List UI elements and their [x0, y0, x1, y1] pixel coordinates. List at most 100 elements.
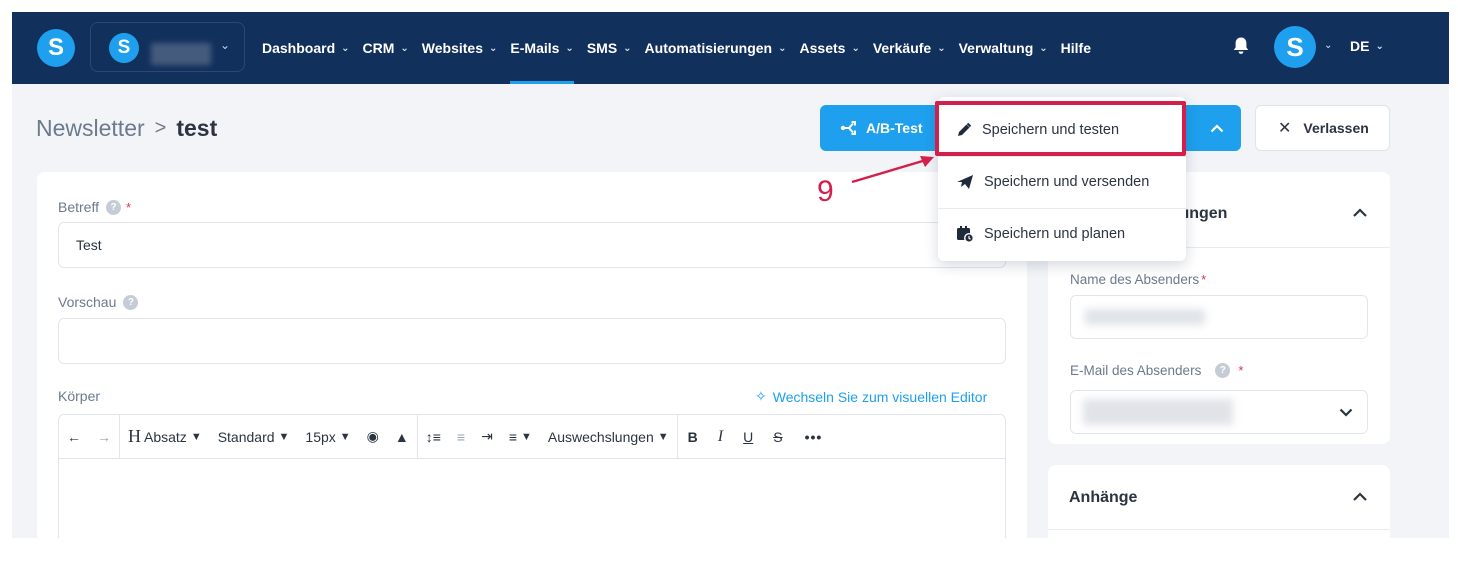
- more-icon: •••: [804, 428, 823, 445]
- ab-test-label: A/B-Test: [866, 120, 923, 136]
- subject-input[interactable]: Test: [58, 222, 1006, 268]
- split-branch-icon: [840, 121, 856, 135]
- nav-item-label: CRM: [362, 40, 395, 56]
- required-marker: *: [126, 199, 132, 215]
- chevron-down-icon: ⌄: [219, 38, 230, 52]
- app-frame: S S ⌄ Dashboard ⌄ CRM ⌄ Websites ⌄ E-Mails ⌄…: [12, 12, 1449, 538]
- bell-icon[interactable]: [1232, 36, 1250, 56]
- chevron-down-icon: ▼: [521, 430, 532, 443]
- indent-button[interactable]: ⇥: [473, 415, 501, 459]
- replacements-select[interactable]: Auswechslungen ▼: [540, 415, 677, 459]
- italic-button[interactable]: I: [708, 415, 733, 459]
- help-icon[interactable]: ?: [123, 294, 139, 310]
- highlight-color-button[interactable]: ▲: [387, 415, 417, 459]
- sender-name-label-text: Name des Absenders: [1070, 272, 1200, 287]
- nav-item-automations[interactable]: Automatisierungen ⌄: [645, 12, 787, 84]
- leave-label: Verlassen: [1303, 120, 1369, 136]
- nav-item-admin[interactable]: Verwaltung ⌄: [959, 12, 1048, 84]
- chevron-up-icon[interactable]: [1352, 492, 1368, 502]
- menu-item-label: Speichern und testen: [982, 122, 1120, 138]
- underline-button[interactable]: U: [733, 415, 763, 459]
- redo-button[interactable]: →: [89, 415, 119, 459]
- chevron-down-icon: ▼: [339, 430, 351, 443]
- help-icon[interactable]: ?: [106, 199, 121, 215]
- top-navigation: S S ⌄ Dashboard ⌄ CRM ⌄ Websites ⌄ E-Mails ⌄…: [12, 12, 1449, 84]
- sender-name-input[interactable]: [1070, 295, 1368, 339]
- chevron-down-icon: ⌄: [623, 42, 632, 54]
- undo-button[interactable]: ←: [59, 415, 89, 459]
- menu-item-save-and-send[interactable]: Speichern und versenden: [938, 157, 1186, 207]
- user-avatar[interactable]: S: [1274, 26, 1316, 68]
- language-switcher[interactable]: DE ⌄: [1350, 38, 1384, 54]
- nav-item-sales[interactable]: Verkäufe ⌄: [873, 12, 946, 84]
- chevron-down-icon[interactable]: ⌄: [1324, 40, 1332, 51]
- outdent-button[interactable]: ≡: [449, 415, 473, 459]
- menu-item-save-and-schedule[interactable]: Speichern und planen: [938, 209, 1186, 259]
- editor-toolbar: ← → H Absatz ▼ Standard ▼ 15px ▼ ◉ ▲ ↕≡ ≡ ⇥ …: [59, 414, 1005, 459]
- chevron-up-icon[interactable]: [1352, 208, 1368, 218]
- help-icon[interactable]: ?: [1215, 363, 1231, 378]
- body-label-text: Körper: [58, 388, 101, 404]
- size-select[interactable]: 15px ▼: [297, 415, 358, 459]
- nav-item-label: Verwaltung: [958, 40, 1034, 56]
- preview-input[interactable]: [58, 318, 1006, 364]
- ab-test-button[interactable]: A/B-Test: [820, 105, 942, 151]
- font-select[interactable]: Standard ▼: [210, 415, 298, 459]
- replacements-select-value: Auswechslungen: [547, 428, 654, 445]
- sender-email-label: E-Mail des Absenders ? *: [1070, 363, 1243, 378]
- nav-item-label: Assets: [799, 40, 846, 56]
- sender-email-label-text: E-Mail des Absenders: [1070, 363, 1202, 378]
- app-logo[interactable]: S: [37, 29, 75, 67]
- sender-email-redacted: [1083, 399, 1233, 425]
- save-menu-toggle[interactable]: [1192, 105, 1241, 151]
- nav-item-crm[interactable]: CRM ⌄: [363, 12, 409, 84]
- nav-item-assets[interactable]: Assets ⌄: [800, 12, 860, 84]
- align-select[interactable]: ≡ ▼: [501, 415, 540, 459]
- account-switcher[interactable]: S ⌄: [90, 22, 245, 72]
- text-color-button[interactable]: ◉: [359, 415, 387, 459]
- chevron-down-icon: ⌄: [778, 42, 787, 54]
- outdent-icon: ≡: [456, 428, 466, 445]
- bold-icon: B: [687, 428, 698, 445]
- sender-name-redacted: [1085, 309, 1205, 325]
- breadcrumb-parent[interactable]: Newsletter: [36, 115, 145, 142]
- nav-item-dashboard[interactable]: Dashboard ⌄: [262, 12, 350, 84]
- sender-email-select[interactable]: [1070, 390, 1368, 434]
- menu-item-save-and-test[interactable]: Speichern und testen: [938, 105, 1186, 155]
- bold-button[interactable]: B: [678, 415, 708, 459]
- subject-value: Test: [76, 237, 102, 253]
- size-select-value: 15px: [305, 428, 336, 445]
- line-height-icon: ↕≡: [425, 428, 441, 445]
- nav-item-label: Websites: [421, 40, 484, 56]
- switch-visual-editor-link[interactable]: ✧ Wechseln Sie zum visuellen Editor: [755, 388, 987, 405]
- attachments-card: Anhänge: [1048, 465, 1390, 538]
- switch-editor-label: Wechseln Sie zum visuellen Editor: [772, 388, 988, 405]
- nav-item-websites[interactable]: Websites ⌄: [422, 12, 498, 84]
- nav-item-sms[interactable]: SMS ⌄: [587, 12, 632, 84]
- close-icon: ✕: [1278, 120, 1292, 137]
- redo-icon: →: [97, 428, 111, 445]
- more-button[interactable]: •••: [793, 415, 835, 459]
- heading-select[interactable]: H Absatz ▼: [120, 415, 210, 459]
- avatar-letter: S: [1286, 31, 1304, 62]
- pencil-icon: [958, 122, 972, 136]
- email-content-card: Betreff ? * Test Vorschau ? Körper ✧ Wec…: [37, 172, 1027, 538]
- nav-item-help[interactable]: Hilfe: [1061, 12, 1091, 84]
- chevron-down-icon: ⌄: [1039, 42, 1048, 54]
- strikethrough-button[interactable]: S: [763, 415, 792, 459]
- chevron-down-icon: ▼: [278, 430, 290, 443]
- preview-label-text: Vorschau: [58, 294, 117, 310]
- subject-label: Betreff ? *: [58, 199, 131, 215]
- chevron-down-icon: ⌄: [1375, 40, 1384, 52]
- body-editor[interactable]: ← → H Absatz ▼ Standard ▼ 15px ▼ ◉ ▲ ↕≡ ≡ ⇥ …: [58, 414, 1006, 538]
- line-height-button[interactable]: ↕≡: [418, 415, 449, 459]
- leave-button[interactable]: ✕ Verlassen: [1255, 105, 1390, 151]
- chevron-down-icon: ⌄: [400, 42, 409, 54]
- attachments-card-title: Anhänge: [1069, 489, 1138, 506]
- menu-item-label: Speichern und planen: [984, 226, 1126, 242]
- heading-icon: H: [128, 426, 141, 446]
- required-marker: *: [1238, 363, 1244, 378]
- nav-item-emails[interactable]: E-Mails ⌄: [510, 12, 575, 84]
- chevron-down-icon: ⌄: [851, 42, 860, 54]
- menu-item-label: Speichern und versenden: [984, 174, 1150, 190]
